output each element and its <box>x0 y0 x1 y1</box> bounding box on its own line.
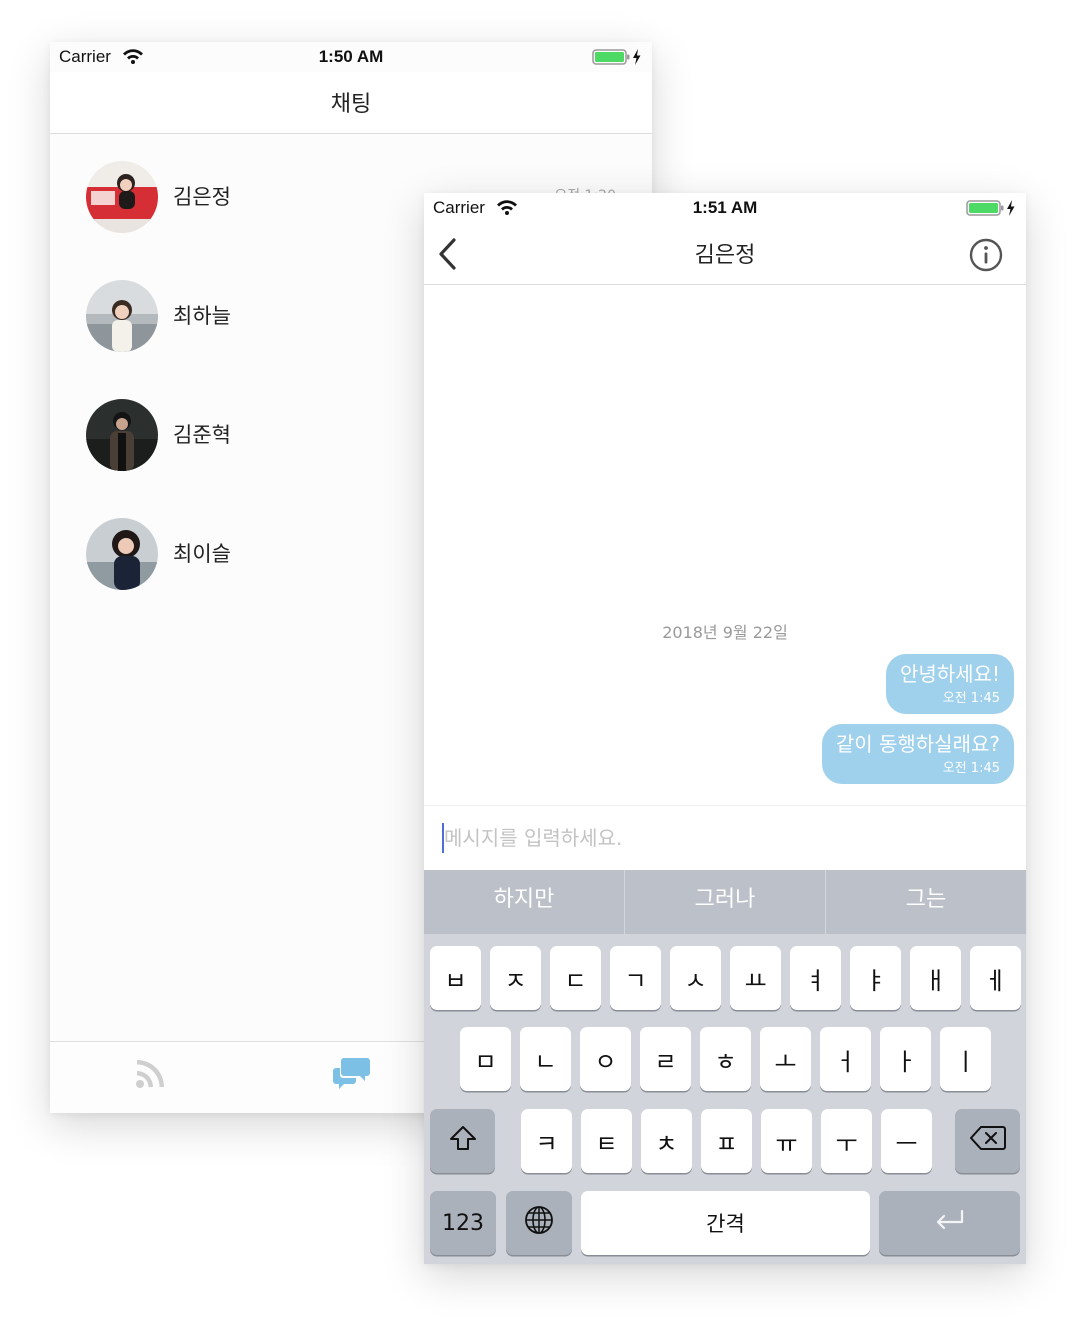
message-list: 2018년 9월 22일 안녕하세요! 오전 1:45 같이 동행하실래요? 오… <box>424 286 1026 804</box>
navigation-bar: 김은정 <box>424 223 1026 285</box>
keyboard: ㅂ ㅈ ㄷ ㄱ ㅅ ㅛ ㅕ ㅑ ㅐ ㅔ ㅁ ㄴ ㅇ ㄹ ㅎ ㅗ ㅓ ㅏ ㅣ ㅋ … <box>424 934 1026 1264</box>
key[interactable]: ㅣ <box>940 1027 991 1091</box>
key[interactable]: ㄱ <box>610 946 661 1010</box>
chat-name: 최하늘 <box>173 304 231 328</box>
key[interactable]: ㄴ <box>520 1027 571 1091</box>
key[interactable]: ㅇ <box>580 1027 631 1091</box>
info-icon[interactable] <box>968 237 1004 273</box>
suggestion-item[interactable]: 하지만 <box>424 870 625 934</box>
key[interactable]: ㅍ <box>701 1109 752 1173</box>
key[interactable]: ㄹ <box>640 1027 691 1091</box>
date-separator: 2018년 9월 22일 <box>662 623 788 642</box>
predictive-text-bar: 하지만 그러나 그는 <box>424 870 1026 934</box>
shift-key[interactable] <box>430 1109 495 1173</box>
key[interactable]: ㅗ <box>760 1027 811 1091</box>
return-arrow-icon <box>934 1208 966 1238</box>
navigation-bar: 채팅 <box>50 72 652 134</box>
chat-name: 최이슬 <box>173 542 231 566</box>
shift-arrow-icon <box>448 1124 478 1158</box>
backspace-key[interactable] <box>955 1109 1020 1173</box>
message-input-bar <box>424 805 1026 869</box>
status-time: 1:50 AM <box>318 47 384 66</box>
message-time: 오전 1:45 <box>942 761 1000 776</box>
key[interactable]: ㅋ <box>521 1109 572 1173</box>
message-bubble: 같이 동행하실래요? 오전 1:45 <box>821 724 1014 784</box>
battery-charging-icon <box>592 48 642 70</box>
avatar <box>86 280 158 352</box>
status-time: 1:51 AM <box>692 198 758 217</box>
suggestion-item[interactable]: 그는 <box>826 870 1026 934</box>
key[interactable]: ㅠ <box>761 1109 812 1173</box>
key[interactable]: ㅑ <box>850 946 901 1010</box>
key[interactable]: ㅈ <box>490 946 541 1010</box>
key[interactable]: ㅛ <box>730 946 781 1010</box>
message-time: 오전 1:45 <box>942 691 1000 706</box>
key[interactable]: ㅊ <box>641 1109 692 1173</box>
page-title: 김은정 <box>694 243 756 268</box>
key[interactable]: ㄷ <box>550 946 601 1010</box>
key[interactable]: ㅐ <box>910 946 961 1010</box>
key[interactable]: ㅜ <box>821 1109 872 1173</box>
suggestion-item[interactable]: 그러나 <box>625 870 826 934</box>
key[interactable]: ㅎ <box>700 1027 751 1091</box>
message-text: 안녕하세요! <box>899 662 1000 686</box>
key[interactable]: ㅌ <box>581 1109 632 1173</box>
space-key[interactable]: 간격 <box>581 1191 870 1255</box>
rss-feed-icon <box>134 1060 168 1094</box>
message-bubble: 안녕하세요! 오전 1:45 <box>885 654 1014 714</box>
numbers-key[interactable]: 123 <box>430 1191 496 1255</box>
key[interactable]: ㅡ <box>881 1109 932 1173</box>
chat-name: 김은정 <box>173 185 231 209</box>
tab-feed[interactable] <box>134 1056 168 1094</box>
key[interactable]: ㅔ <box>970 946 1021 1010</box>
globe-key[interactable] <box>506 1191 572 1255</box>
avatar <box>86 161 158 233</box>
status-bar: Carrier 1:51 AM <box>424 193 1026 223</box>
message-text: 같이 동행하실래요? <box>835 732 1000 756</box>
battery-charging-icon <box>966 199 1016 221</box>
return-key[interactable] <box>879 1191 1020 1255</box>
message-input[interactable] <box>444 820 1004 856</box>
key[interactable]: ㅅ <box>670 946 721 1010</box>
status-bar: Carrier 1:50 AM <box>50 42 652 72</box>
backspace-icon <box>969 1125 1006 1157</box>
key[interactable]: ㅂ <box>430 946 481 1010</box>
chat-bubbles-icon <box>332 1058 372 1094</box>
globe-icon <box>524 1205 554 1241</box>
key[interactable]: ㅕ <box>790 946 841 1010</box>
chat-name: 김준혁 <box>173 423 231 447</box>
tab-chat[interactable] <box>332 1056 372 1094</box>
key[interactable]: ㅏ <box>880 1027 931 1091</box>
key[interactable]: ㅓ <box>820 1027 871 1091</box>
chat-room-screen: Carrier 1:51 AM 김은정 2018년 9월 22일 안녕하세요! … <box>424 193 1026 1264</box>
page-title: 채팅 <box>330 92 372 117</box>
key[interactable]: ㅁ <box>460 1027 511 1091</box>
avatar <box>86 399 158 471</box>
avatar <box>86 518 158 590</box>
